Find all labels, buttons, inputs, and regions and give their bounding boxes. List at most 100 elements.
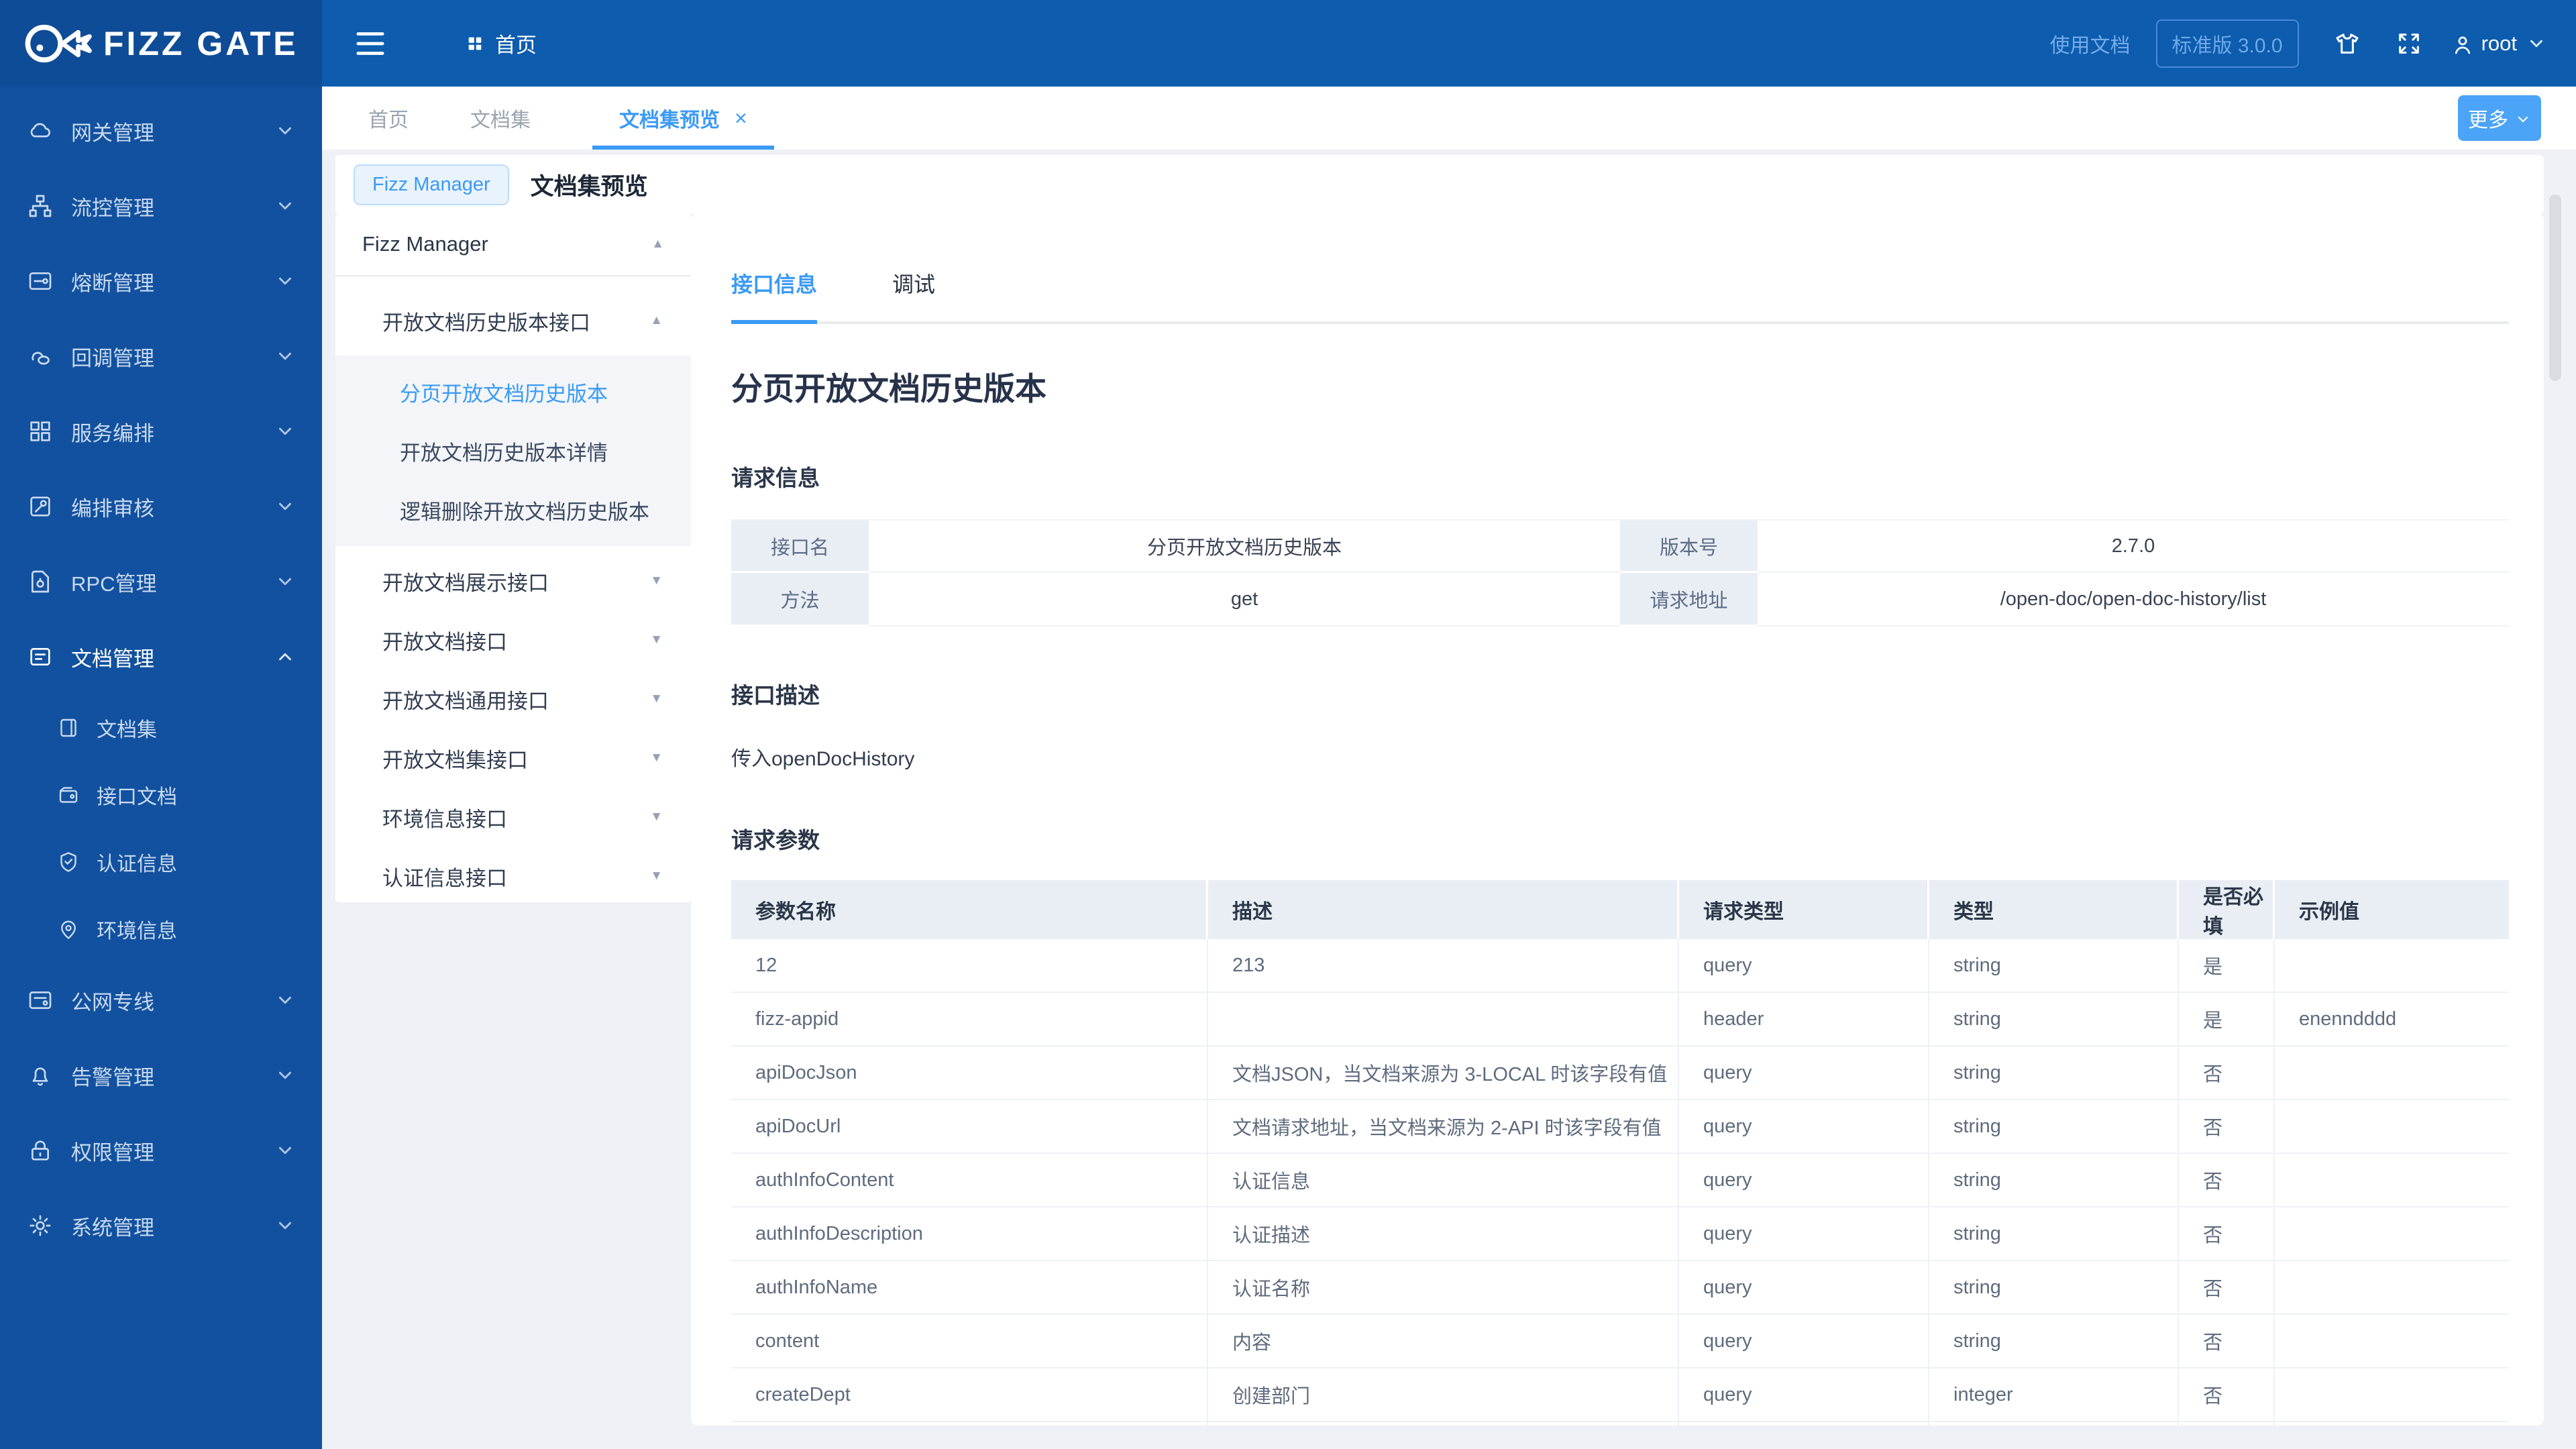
- params-header-row: 参数名称 描述 请求类型 类型 是否必填 示例值: [731, 880, 2509, 939]
- cell: [2275, 939, 2509, 993]
- vertical-scrollbar[interactable]: [2549, 195, 2561, 381]
- theme-tshirt-icon[interactable]: [2334, 30, 2361, 57]
- tree-group-open-doc-api[interactable]: 开放文档接口 ▼: [335, 610, 691, 669]
- caret-down-icon: ▼: [650, 574, 663, 588]
- api-description-text: 传入openDocHistory: [731, 748, 915, 770]
- cell: content: [731, 1315, 1208, 1368]
- chevron-down-icon: [275, 121, 295, 141]
- tree-group-env-api[interactable]: 环境信息接口 ▼: [335, 788, 691, 847]
- sidebar-item-doc-set[interactable]: 文档集: [0, 694, 322, 761]
- tree-group-auth-api[interactable]: 认证信息接口 ▼: [335, 847, 691, 902]
- topbar-home[interactable]: 首页: [466, 28, 537, 58]
- cell: authInfoName: [731, 1261, 1208, 1315]
- col-type: 类型: [1929, 880, 2179, 939]
- sidebar-item-circuit-breaker[interactable]: 熔断管理: [0, 244, 322, 319]
- caret-up-icon: ▲: [650, 313, 663, 327]
- sidebar-item-orchestration[interactable]: 服务编排: [0, 394, 322, 469]
- apps-grid-icon: [466, 34, 484, 53]
- sidebar-item-alert[interactable]: 告警管理: [0, 1038, 322, 1113]
- section-request-params: 请求参数: [731, 828, 820, 853]
- sidebar-item-system[interactable]: 系统管理: [0, 1188, 322, 1263]
- chevron-up-icon: [275, 647, 295, 667]
- sidebar-item-label: 权限管理: [71, 1140, 154, 1165]
- cell: query: [1679, 939, 1929, 993]
- section-api-description: 接口描述: [731, 683, 820, 708]
- cell: query: [1679, 1315, 1929, 1368]
- sidebar-item-auth-info[interactable]: 认证信息: [0, 828, 322, 896]
- fish-logo-icon: [25, 24, 92, 62]
- col-description: 描述: [1208, 880, 1679, 939]
- shield-check-icon: [56, 850, 80, 874]
- sidebar-item-api-doc[interactable]: 接口文档: [0, 761, 322, 828]
- cell: [2275, 1154, 2509, 1208]
- tree-leaf-page-history[interactable]: 分页开放文档历史版本: [335, 362, 691, 421]
- bell-icon: [27, 1062, 54, 1089]
- hamburger-menu-icon[interactable]: [356, 30, 385, 57]
- sidebar-item-label: 编排审核: [71, 496, 154, 521]
- cloud-icon: [27, 117, 54, 144]
- tree-root-fizz-manager[interactable]: Fizz Manager ▲: [335, 213, 691, 276]
- cell: query: [1679, 1261, 1929, 1315]
- sidebar-submenu-docs: 文档集 接口文档 认证信息 环境信息: [0, 694, 322, 963]
- sidebar-item-gateway[interactable]: 网关管理: [0, 93, 322, 168]
- info-label: 方法: [731, 573, 869, 627]
- circuit-panel-icon: [27, 268, 54, 294]
- sidebar-item-callback[interactable]: 回调管理: [0, 319, 322, 394]
- col-required: 是否必填: [2179, 880, 2275, 939]
- sidebar-item-permission[interactable]: 权限管理: [0, 1113, 322, 1188]
- tree-group-history-api[interactable]: 开放文档历史版本接口 ▲: [335, 294, 691, 347]
- tab-doc-set[interactable]: 文档集: [470, 87, 531, 150]
- tree-group-common-api[interactable]: 开放文档通用接口 ▼: [335, 669, 691, 729]
- chevron-down-icon: [275, 1216, 295, 1236]
- use-doc-link[interactable]: 使用文档: [2050, 29, 2131, 58]
- tab-doc-set-preview[interactable]: 文档集预览 ×: [592, 87, 774, 150]
- table-row: authInfoName 认证名称 query string 否: [731, 1261, 2509, 1315]
- sidebar-item-label: 公网专线: [71, 990, 154, 1014]
- tab-home[interactable]: 首页: [368, 87, 409, 150]
- sidebar-item-public-line[interactable]: 公网专线: [0, 963, 322, 1038]
- caret-down-icon: ▼: [650, 869, 663, 883]
- cell: string: [1929, 1208, 2179, 1261]
- cell: 否: [2179, 1208, 2275, 1261]
- cell: 否: [2179, 1422, 2275, 1426]
- more-button[interactable]: 更多: [2458, 95, 2541, 141]
- document-icon: [27, 643, 54, 670]
- cell: query: [1679, 1422, 1929, 1426]
- cell: string: [1929, 1261, 2179, 1315]
- fullscreen-icon[interactable]: [2396, 30, 2422, 57]
- sidebar-item-label: 熔断管理: [71, 271, 154, 295]
- sidebar-item-doc-management[interactable]: 文档管理: [0, 619, 322, 694]
- table-row: apiDocJson 文档JSON，当文档来源为 3-LOCAL 时该字段有值 qu…: [731, 1046, 2509, 1100]
- tree-leaf-history-detail[interactable]: 开放文档历史版本详情: [335, 421, 691, 480]
- tree-leaf-history-delete[interactable]: 逻辑删除开放文档历史版本: [335, 480, 691, 539]
- tree-group-doc-set-api[interactable]: 开放文档集接口 ▼: [335, 729, 691, 788]
- app-logo[interactable]: FIZZ GATE: [0, 0, 322, 87]
- sidebar-item-flow-control[interactable]: 流控管理: [0, 168, 322, 244]
- table-row: 12 213 query string 是: [731, 939, 2509, 993]
- cell: fizz-appid: [731, 993, 1208, 1046]
- cell: [2275, 1422, 2509, 1426]
- cell: [2275, 1315, 2509, 1368]
- info-value: get: [869, 573, 1620, 627]
- sidebar-item-env-info[interactable]: 环境信息: [0, 896, 322, 963]
- cell: string: [1929, 1422, 2179, 1426]
- tree-group-display-api[interactable]: 开放文档展示接口 ▼: [335, 551, 691, 610]
- tab-debug[interactable]: 调试: [892, 268, 935, 321]
- orchestration-grid-icon: [27, 418, 54, 445]
- cell: 创建时间: [1208, 1422, 1679, 1426]
- sidebar-item-label: 接口文档: [97, 786, 177, 808]
- close-icon[interactable]: ×: [735, 106, 747, 131]
- tab-api-info[interactable]: 接口信息: [731, 268, 818, 324]
- page-tabs: 首页 文档集 文档集预览 ×: [322, 87, 774, 150]
- user-menu[interactable]: root: [2451, 32, 2546, 56]
- sidebar-item-label: 认证信息: [97, 853, 177, 875]
- breadcrumb: Fizz Manager 文档集预览: [335, 155, 2544, 214]
- version-badge: 标准版 3.0.0: [2155, 19, 2299, 68]
- cell: string: [1929, 1315, 2179, 1368]
- username: root: [2481, 31, 2517, 55]
- cell: 否: [2179, 1368, 2275, 1422]
- sidebar-item-orchestration-audit[interactable]: 编排审核: [0, 469, 322, 544]
- table-row: content 内容 query string 否: [731, 1315, 2509, 1368]
- sidebar-item-rpc[interactable]: RPC管理: [0, 544, 322, 619]
- breadcrumb-badge[interactable]: Fizz Manager: [354, 164, 509, 205]
